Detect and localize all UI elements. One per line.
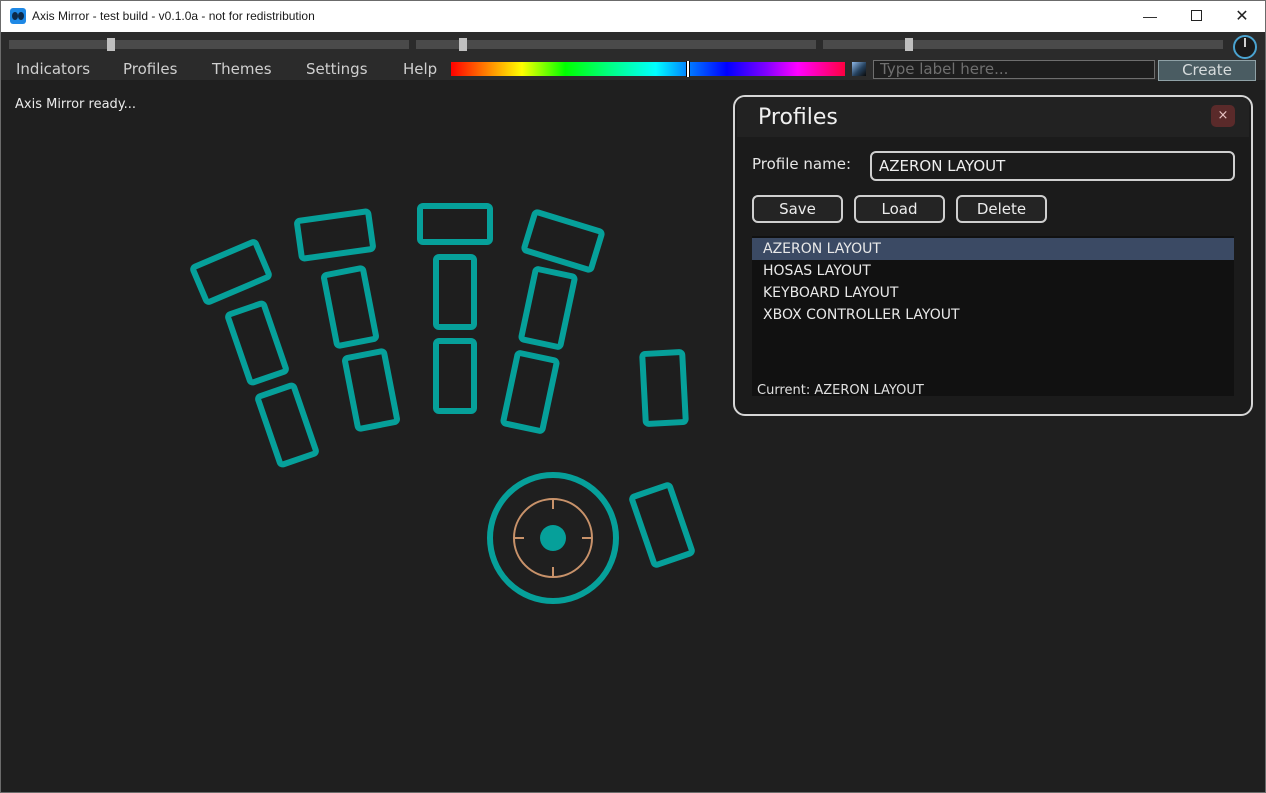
key-button[interactable] (294, 208, 376, 262)
key-button[interactable] (342, 348, 400, 432)
key-button[interactable] (255, 382, 319, 468)
profile-name-label: Profile name: (752, 155, 852, 173)
profile-list-item[interactable]: KEYBOARD LAYOUT (752, 282, 1234, 304)
profile-list: AZERON LAYOUT HOSAS LAYOUT KEYBOARD LAYO… (752, 236, 1234, 398)
key-button[interactable] (518, 266, 578, 350)
key-button[interactable] (225, 300, 289, 386)
key-button[interactable] (417, 203, 493, 245)
current-profile-text: Current: AZERON LAYOUT (757, 383, 924, 398)
panel-header: Profiles × (737, 97, 1249, 137)
key-button[interactable] (190, 239, 272, 305)
profile-name-input[interactable]: AZERON LAYOUT (870, 151, 1235, 181)
profile-list-item[interactable]: AZERON LAYOUT (752, 238, 1234, 260)
joystick[interactable] (487, 472, 619, 604)
delete-button[interactable]: Delete (956, 195, 1047, 223)
key-button[interactable] (500, 350, 560, 434)
key-button[interactable] (321, 265, 379, 349)
panel-title: Profiles (758, 105, 838, 130)
profiles-panel: Profiles × Profile name: AZERON LAYOUT S… (733, 95, 1253, 416)
save-button[interactable]: Save (752, 195, 843, 223)
load-button[interactable]: Load (854, 195, 945, 223)
panel-close-button[interactable]: × (1211, 105, 1235, 127)
profile-list-item[interactable]: XBOX CONTROLLER LAYOUT (752, 304, 1234, 326)
key-button[interactable] (521, 209, 605, 273)
key-button[interactable] (433, 338, 477, 414)
key-button[interactable] (433, 254, 477, 330)
app-window: Axis Mirror - test build - v0.1.0a - not… (0, 0, 1266, 793)
key-button[interactable] (639, 349, 689, 427)
key-button[interactable] (629, 482, 695, 568)
profile-list-item[interactable]: HOSAS LAYOUT (752, 260, 1234, 282)
